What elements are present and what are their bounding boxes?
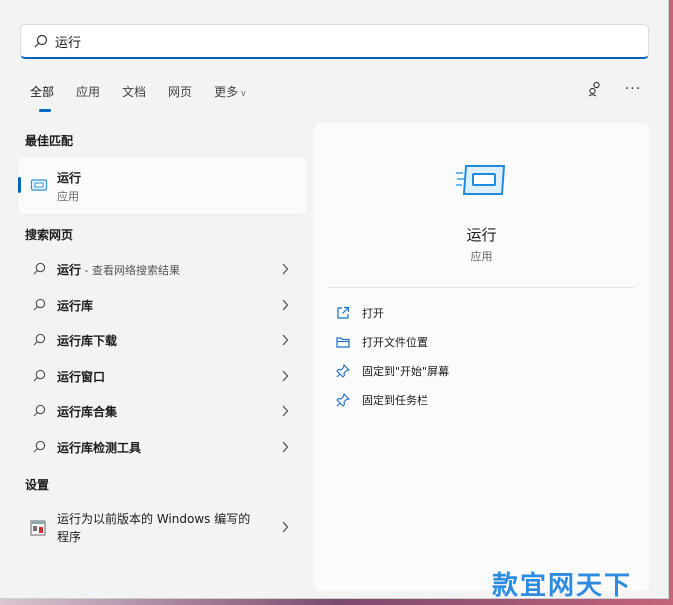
- tab-label: 网页: [168, 85, 193, 99]
- settings-heading: 设置: [25, 478, 50, 492]
- chevron-right-icon: [282, 263, 289, 275]
- chevron-down-icon: ∨: [240, 89, 247, 99]
- detail-title: 运行: [466, 226, 497, 244]
- folder-icon: [336, 337, 350, 348]
- best-match-item[interactable]: 运行 应用: [18, 157, 307, 214]
- web-result-label: 运行 - 查看网络搜索结果: [57, 261, 180, 278]
- best-match-subtitle: 应用: [57, 190, 79, 203]
- search-icon: [33, 262, 46, 275]
- search-icon: [33, 404, 46, 417]
- top-right-tools: ···: [586, 80, 642, 98]
- watermark: 款宜网天下: [492, 571, 633, 601]
- action-label: 固定到任务栏: [362, 394, 428, 407]
- open-external-icon: [337, 306, 350, 319]
- detail-subtitle: 应用: [470, 250, 493, 263]
- web-result-label: 运行库检测工具: [57, 440, 142, 455]
- action-pin-to-start[interactable]: 固定到"开始"屏幕: [330, 359, 620, 383]
- tab-label: 应用: [76, 85, 101, 99]
- action-open-file-location[interactable]: 打开文件位置: [330, 330, 620, 354]
- search-icon: [34, 34, 48, 48]
- detail-pane: 运行 应用 打开 打开文件位置 固定到"开始"屏幕 固定到任务栏: [314, 123, 649, 591]
- search-icon: [33, 298, 46, 311]
- web-result-item[interactable]: 运行 - 查看网络搜索结果: [18, 253, 307, 285]
- web-result-item[interactable]: 运行库下载: [18, 324, 307, 356]
- more-options-icon[interactable]: ···: [624, 80, 642, 98]
- search-panel: 全部 应用 文档 网页 更多∨ ··· 最佳匹配 运行 应用 搜索网页 运行 -…: [0, 0, 669, 599]
- web-result-suffix: - 查看网络搜索结果: [81, 263, 180, 277]
- settings-result-item[interactable]: 运行为以前版本的 Windows 编写的程序: [18, 505, 307, 549]
- settings-result-label: 运行为以前版本的 Windows 编写的程序: [57, 512, 251, 544]
- web-result-label: 运行窗口: [57, 369, 106, 384]
- filter-tabs: 全部 应用 文档 网页 更多 ∨: [20, 80, 269, 112]
- best-match-heading: 最佳匹配: [25, 134, 74, 148]
- run-app-icon: [30, 179, 48, 191]
- search-icon: [33, 369, 46, 382]
- tab-apps[interactable]: 应用: [76, 80, 100, 104]
- web-result-item[interactable]: 运行窗口: [18, 360, 307, 392]
- best-match-title: 运行: [57, 171, 82, 185]
- chevron-right-icon: [282, 521, 289, 533]
- selection-indicator: [18, 177, 21, 193]
- search-icon: [33, 333, 46, 346]
- web-result-item[interactable]: 运行库: [18, 289, 307, 321]
- chevron-right-icon: [282, 405, 289, 417]
- action-label: 打开: [362, 307, 384, 320]
- tab-label: 全部: [30, 85, 55, 99]
- tab-all[interactable]: 全部: [30, 80, 55, 112]
- web-result-label: 运行库合集: [57, 404, 118, 419]
- chevron-right-icon: [282, 299, 289, 311]
- run-app-icon: [456, 165, 506, 195]
- action-pin-to-taskbar[interactable]: 固定到任务栏: [330, 388, 620, 412]
- search-icon: [33, 440, 46, 453]
- search-input[interactable]: [55, 31, 615, 51]
- people-icon: [588, 81, 600, 97]
- web-result-item[interactable]: 运行库检测工具: [18, 431, 307, 463]
- web-result-item[interactable]: 运行库合集: [18, 395, 307, 427]
- tab-web[interactable]: 网页: [168, 80, 192, 104]
- tab-label: 更多: [214, 85, 239, 99]
- account-switch-icon[interactable]: [586, 80, 604, 98]
- pin-icon: [336, 393, 350, 407]
- action-label: 打开文件位置: [362, 336, 428, 349]
- compatibility-icon: [30, 520, 46, 536]
- tab-more[interactable]: 更多 ∨: [214, 80, 247, 104]
- search-box[interactable]: [20, 24, 649, 59]
- chevron-right-icon: [282, 370, 289, 382]
- chevron-right-icon: [282, 334, 289, 346]
- action-open[interactable]: 打开: [330, 301, 620, 325]
- pin-icon: [336, 364, 350, 378]
- tab-label: 文档: [122, 85, 147, 99]
- action-label: 固定到"开始"屏幕: [362, 365, 450, 378]
- web-result-label: 运行库: [57, 298, 94, 313]
- web-search-heading: 搜索网页: [25, 228, 74, 242]
- web-result-text: 运行: [57, 262, 82, 277]
- tab-documents[interactable]: 文档: [122, 80, 146, 104]
- divider: [328, 287, 635, 288]
- chevron-right-icon: [282, 441, 289, 453]
- web-result-label: 运行库下载: [57, 333, 118, 348]
